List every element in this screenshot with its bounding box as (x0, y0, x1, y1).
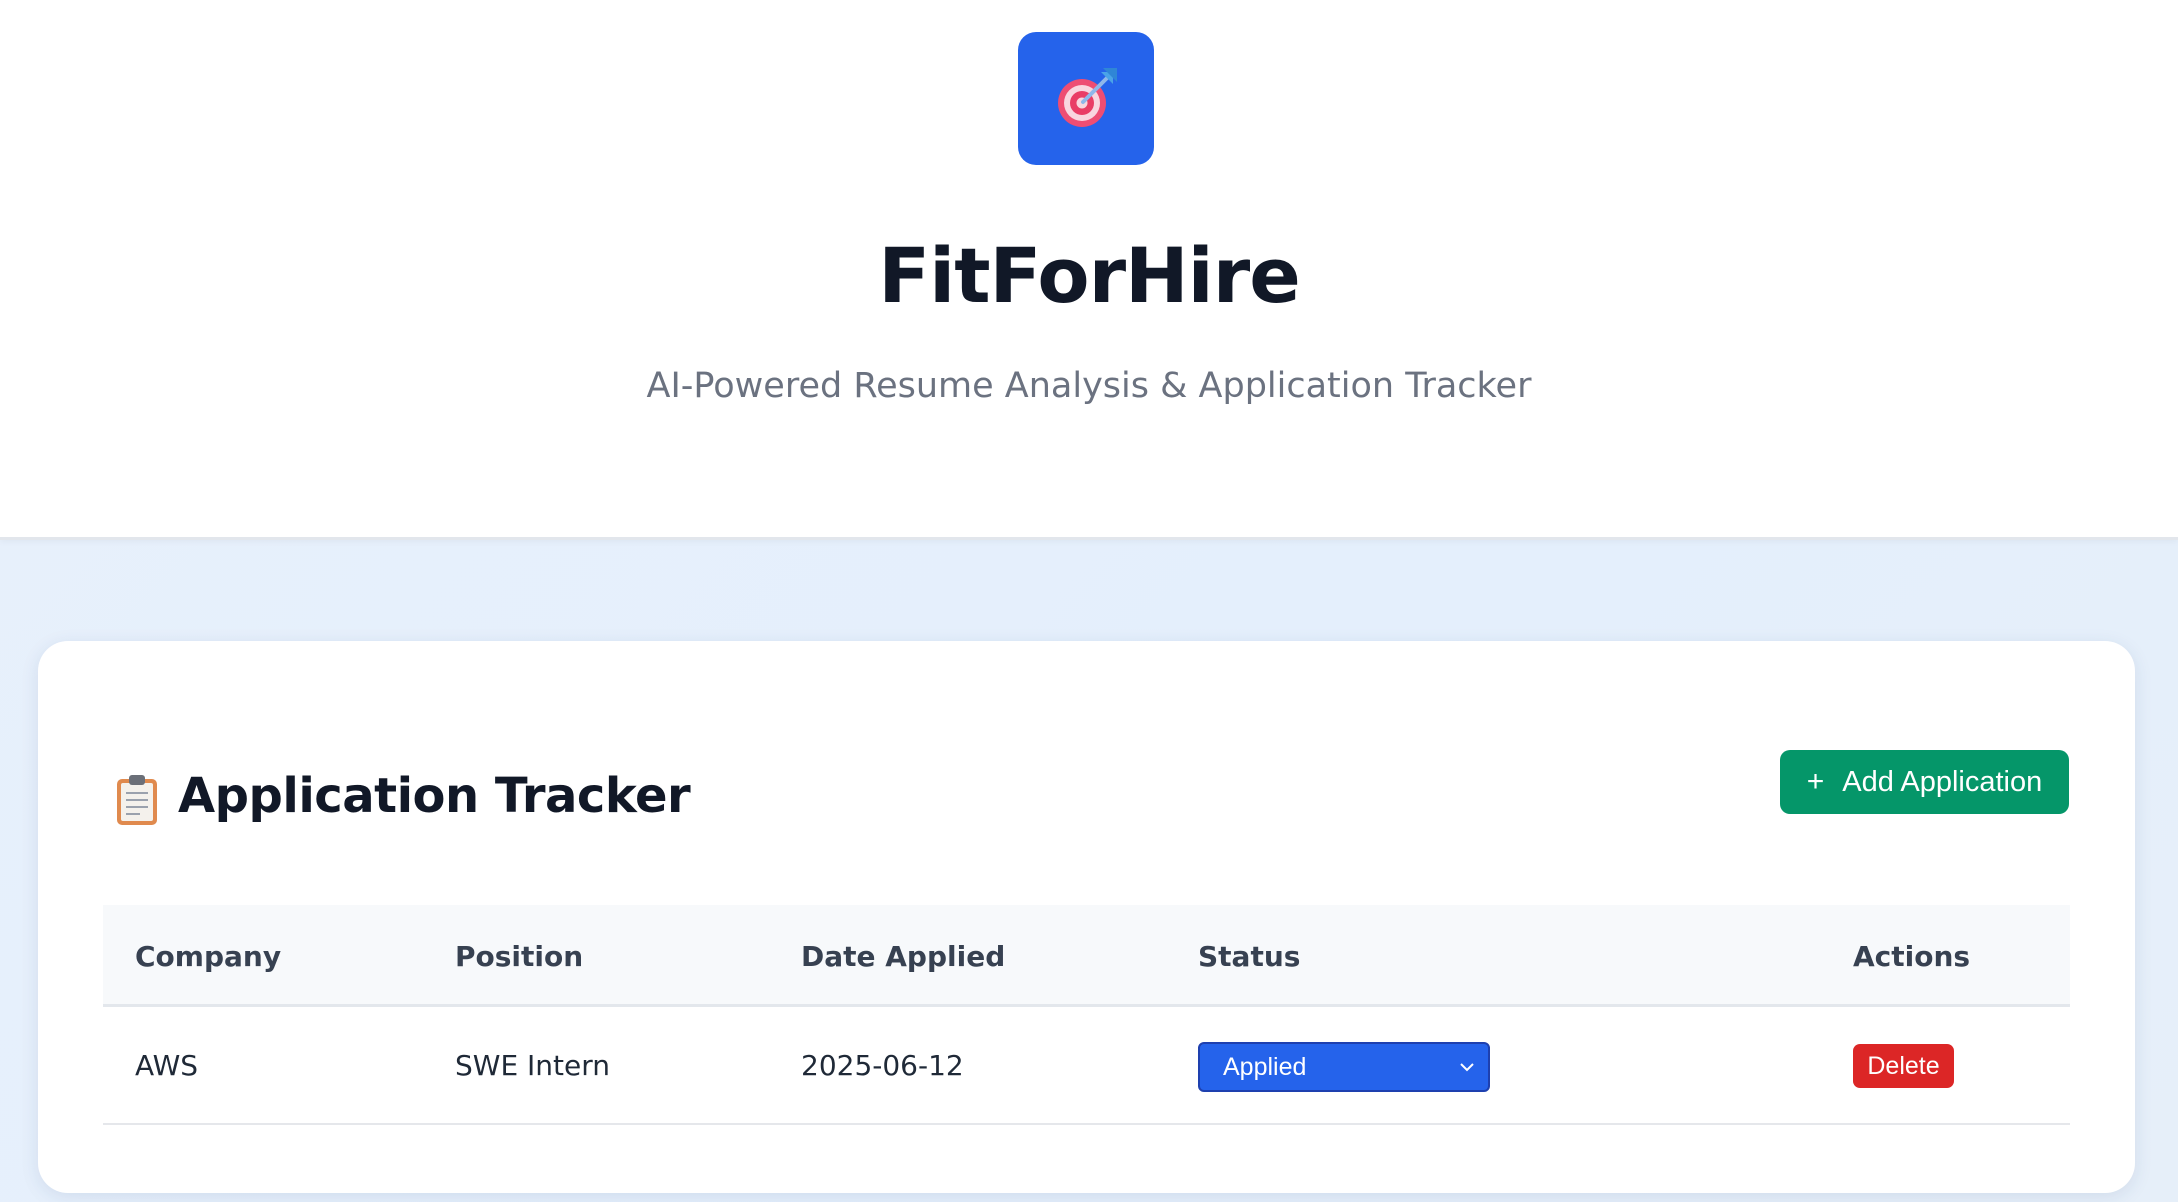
clipboard-icon (117, 775, 157, 825)
app-subtitle: AI-Powered Resume Analysis & Application… (646, 366, 1532, 406)
card-header: Application Tracker (114, 751, 691, 841)
add-application-label: Add Application (1842, 765, 2043, 798)
column-header-status[interactable]: Status (1198, 905, 1300, 1007)
add-application-button[interactable]: + Add Application (1780, 750, 2069, 814)
plus-icon: + (1806, 765, 1825, 798)
applications-table: Company Position Date Applied Status Act… (103, 905, 2070, 1125)
column-header-position[interactable]: Position (455, 905, 583, 1007)
table-row: AWS SWE Intern 2025-06-12 Applied Delete (103, 1007, 2070, 1125)
tracker-title: Application Tracker (178, 768, 691, 824)
status-select-value: Applied (1223, 1053, 1307, 1081)
app-logo (1018, 32, 1154, 165)
table-header-row: Company Position Date Applied Status Act… (103, 905, 2070, 1007)
cell-company: AWS (135, 1049, 199, 1082)
cell-date-applied: 2025-06-12 (801, 1049, 964, 1082)
chevron-down-icon (1460, 1063, 1474, 1072)
column-header-company[interactable]: Company (135, 905, 281, 1007)
delete-button[interactable]: Delete (1853, 1044, 1954, 1088)
target-dart-icon (1058, 67, 1117, 127)
column-header-date-applied[interactable]: Date Applied (801, 905, 1005, 1007)
app-title: FitForHire (878, 231, 1301, 320)
app-header: FitForHire AI-Powered Resume Analysis & … (0, 0, 2178, 540)
status-select[interactable]: Applied (1198, 1042, 1490, 1092)
cell-position: SWE Intern (455, 1049, 611, 1082)
application-tracker-card: Application Tracker + Add Application Co… (38, 641, 2135, 1193)
column-header-actions: Actions (1853, 940, 1971, 973)
